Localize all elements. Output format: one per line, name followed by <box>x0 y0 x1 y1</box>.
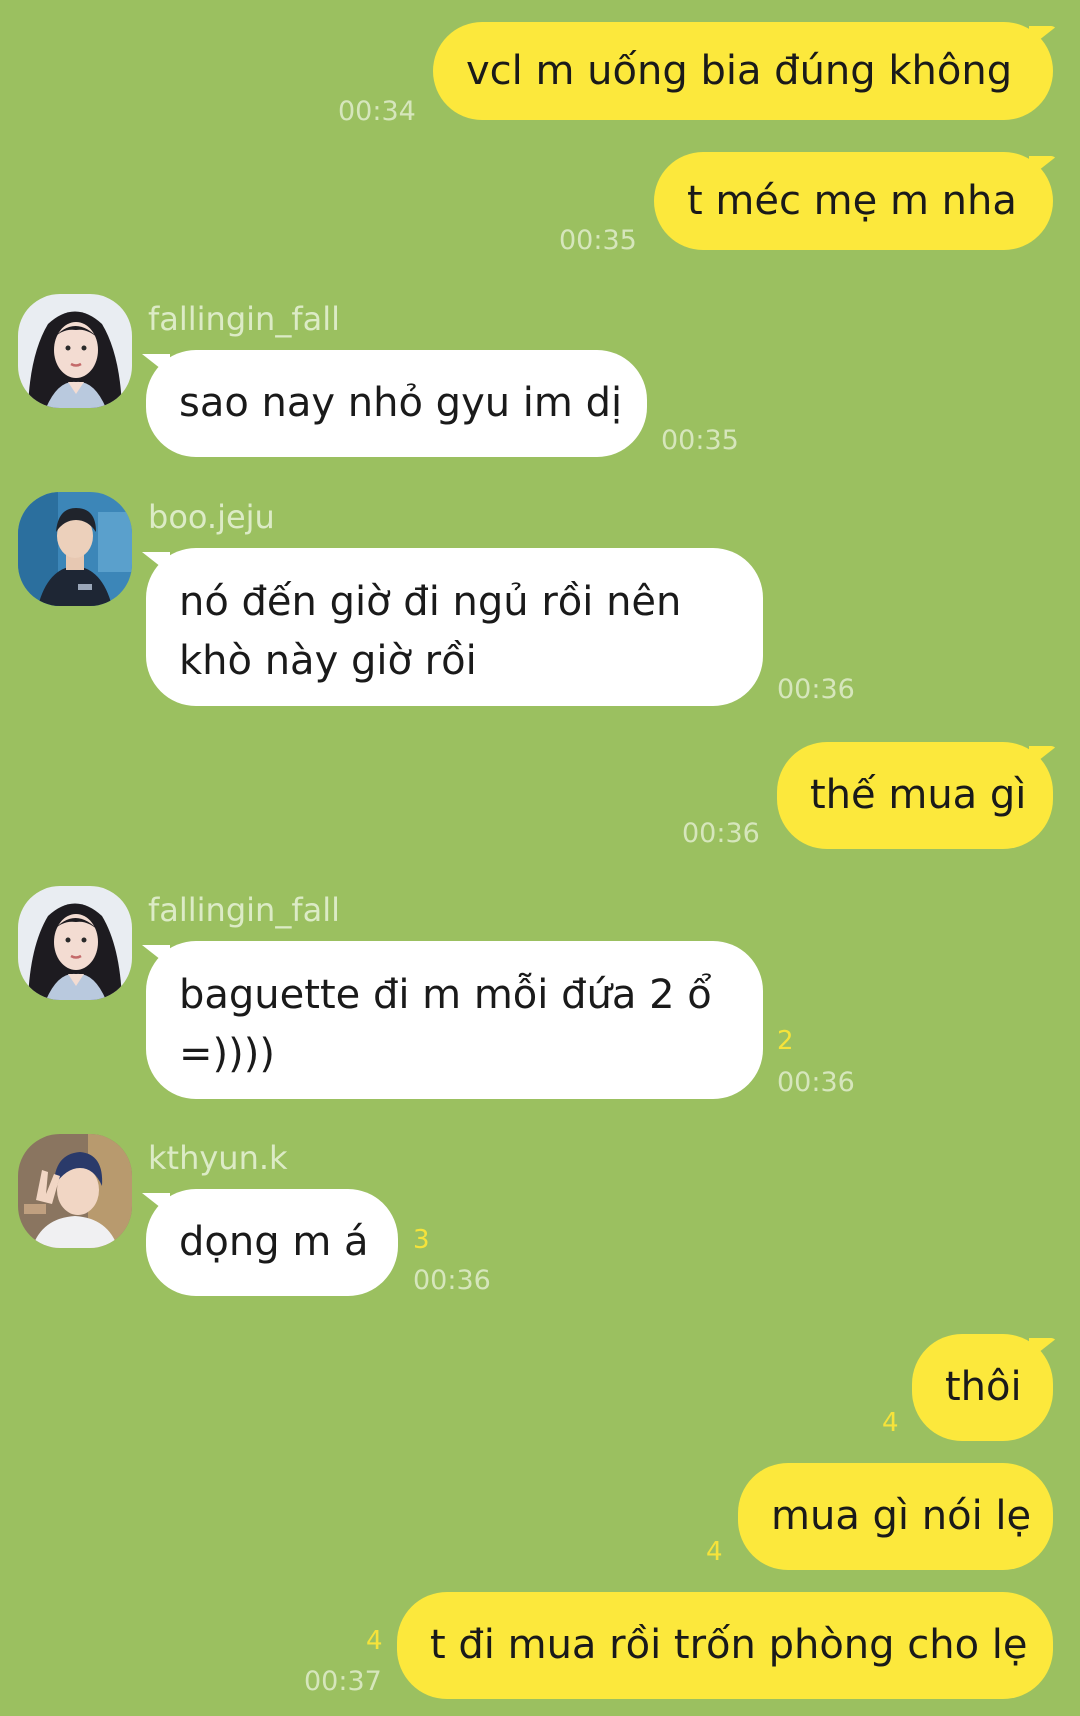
unread-count: 3 <box>413 1225 430 1255</box>
message-text: vcl m uống bia đúng không <box>466 47 1013 94</box>
unread-count: 4 <box>706 1537 723 1567</box>
unread-count: 4 <box>366 1626 383 1656</box>
message-text: baguette đi m mỗi đứa 2 ổ =)))) <box>179 972 712 1077</box>
message-time: 00:35 <box>559 225 637 256</box>
sender-name: fallingin_fall <box>148 300 340 338</box>
sender-name: kthyun.k <box>148 1139 288 1177</box>
chat-message-list[interactable]: vcl m uống bia đúng không 00:34 t méc mẹ… <box>0 0 1080 1716</box>
avatar-fallingin-fall[interactable] <box>18 294 132 408</box>
message-bubble-incoming[interactable]: sao nay nhỏ gyu im dị <box>146 350 647 457</box>
unread-count: 4 <box>882 1408 899 1438</box>
avatar-boy-peace-icon <box>18 1134 132 1248</box>
message-time: 00:37 <box>304 1666 382 1697</box>
sender-name: boo.jeju <box>148 498 275 536</box>
message-bubble-outgoing[interactable]: t méc mẹ m nha <box>654 152 1053 250</box>
message-text: thôi <box>945 1364 1022 1410</box>
message-text: mua gì nói lẹ <box>771 1493 1032 1539</box>
message-time: 00:36 <box>777 1067 855 1098</box>
avatar-kthyun-k[interactable] <box>18 1134 132 1248</box>
avatar-girl-icon <box>18 294 132 408</box>
message-text: t méc mẹ m nha <box>687 177 1017 224</box>
message-bubble-incoming[interactable]: dọng m á <box>146 1189 398 1296</box>
message-text: sao nay nhỏ gyu im dị <box>179 380 623 426</box>
sender-name: fallingin_fall <box>148 891 340 929</box>
avatar-fallingin-fall[interactable] <box>18 886 132 1000</box>
message-text: t đi mua rồi trốn phòng cho lẹ <box>430 1622 1028 1668</box>
message-bubble-outgoing[interactable]: t đi mua rồi trốn phòng cho lẹ <box>397 1592 1053 1699</box>
message-bubble-outgoing[interactable]: thôi <box>912 1334 1053 1441</box>
unread-count: 2 <box>777 1026 794 1056</box>
message-bubble-outgoing[interactable]: thế mua gì <box>777 742 1053 849</box>
message-text: nó đến giờ đi ngủ rồi nên khò này giờ rồ… <box>179 579 682 684</box>
message-time: 00:36 <box>413 1265 491 1296</box>
message-time: 00:35 <box>661 425 739 456</box>
message-bubble-outgoing[interactable]: mua gì nói lẹ <box>738 1463 1053 1570</box>
message-time: 00:36 <box>777 674 855 705</box>
message-bubble-incoming[interactable]: nó đến giờ đi ngủ rồi nên khò này giờ rồ… <box>146 548 763 706</box>
avatar-girl-icon <box>18 886 132 1000</box>
message-time: 00:34 <box>338 96 416 127</box>
message-text: thế mua gì <box>810 772 1027 818</box>
avatar-boy-icon <box>18 492 132 606</box>
message-bubble-outgoing[interactable]: vcl m uống bia đúng không <box>433 22 1053 120</box>
avatar-boo-jeju[interactable] <box>18 492 132 606</box>
message-time: 00:36 <box>682 818 760 849</box>
message-text: dọng m á <box>179 1219 369 1265</box>
message-bubble-incoming[interactable]: baguette đi m mỗi đứa 2 ổ =)))) <box>146 941 763 1099</box>
